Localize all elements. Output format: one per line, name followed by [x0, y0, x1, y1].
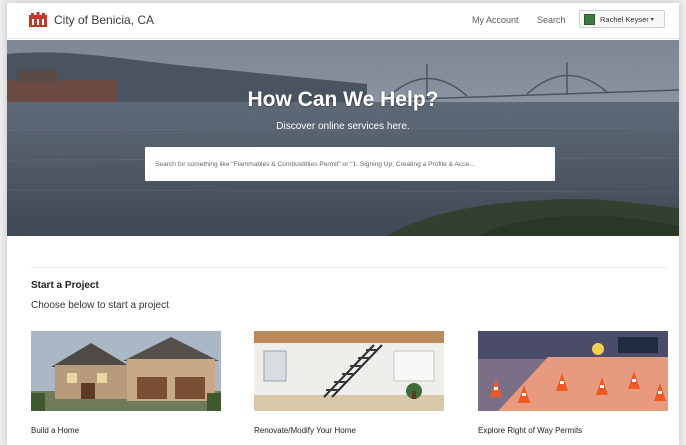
app-frame: City of Benicia, CA My Account Search Ra…	[7, 3, 679, 445]
city-seal-icon	[29, 12, 47, 27]
my-account-link[interactable]: My Account	[472, 15, 519, 25]
interior-stair-photo	[254, 331, 444, 411]
top-header: City of Benicia, CA My Account Search Ra…	[7, 3, 679, 39]
road-work-photo	[478, 331, 668, 411]
card-label: Explore Right of Way Permits	[478, 426, 583, 435]
bay-bridge-photo	[7, 40, 679, 236]
project-card-build-home[interactable]: Build a Home	[31, 331, 221, 435]
chevron-down-icon: ▾	[650, 16, 654, 23]
project-card-right-of-way[interactable]: Explore Right of Way Permits	[478, 331, 668, 435]
city-name: City of Benicia, CA	[54, 13, 155, 27]
section-title: Start a Project	[31, 280, 99, 291]
card-label: Build a Home	[31, 426, 80, 435]
hero-banner: How Can We Help? Discover online service…	[7, 40, 679, 236]
hero-subtitle: Discover online services here.	[276, 121, 410, 132]
card-label: Renovate/Modify Your Home	[254, 426, 356, 435]
project-card-renovate-home[interactable]: Renovate/Modify Your Home	[254, 331, 444, 435]
hero-title: How Can We Help?	[247, 88, 439, 111]
city-logo-link[interactable]: City of Benicia, CA	[28, 12, 154, 28]
services-search-input[interactable]	[145, 147, 555, 181]
section-divider	[31, 267, 667, 268]
section-subtitle: Choose below to start a project	[31, 300, 169, 311]
search-link[interactable]: Search	[537, 15, 566, 25]
user-menu-button[interactable]: Rachel Keyser ▾	[579, 10, 665, 28]
house-photo	[31, 331, 221, 411]
user-name: Rachel Keyser	[600, 14, 649, 24]
user-avatar-icon	[584, 13, 595, 25]
